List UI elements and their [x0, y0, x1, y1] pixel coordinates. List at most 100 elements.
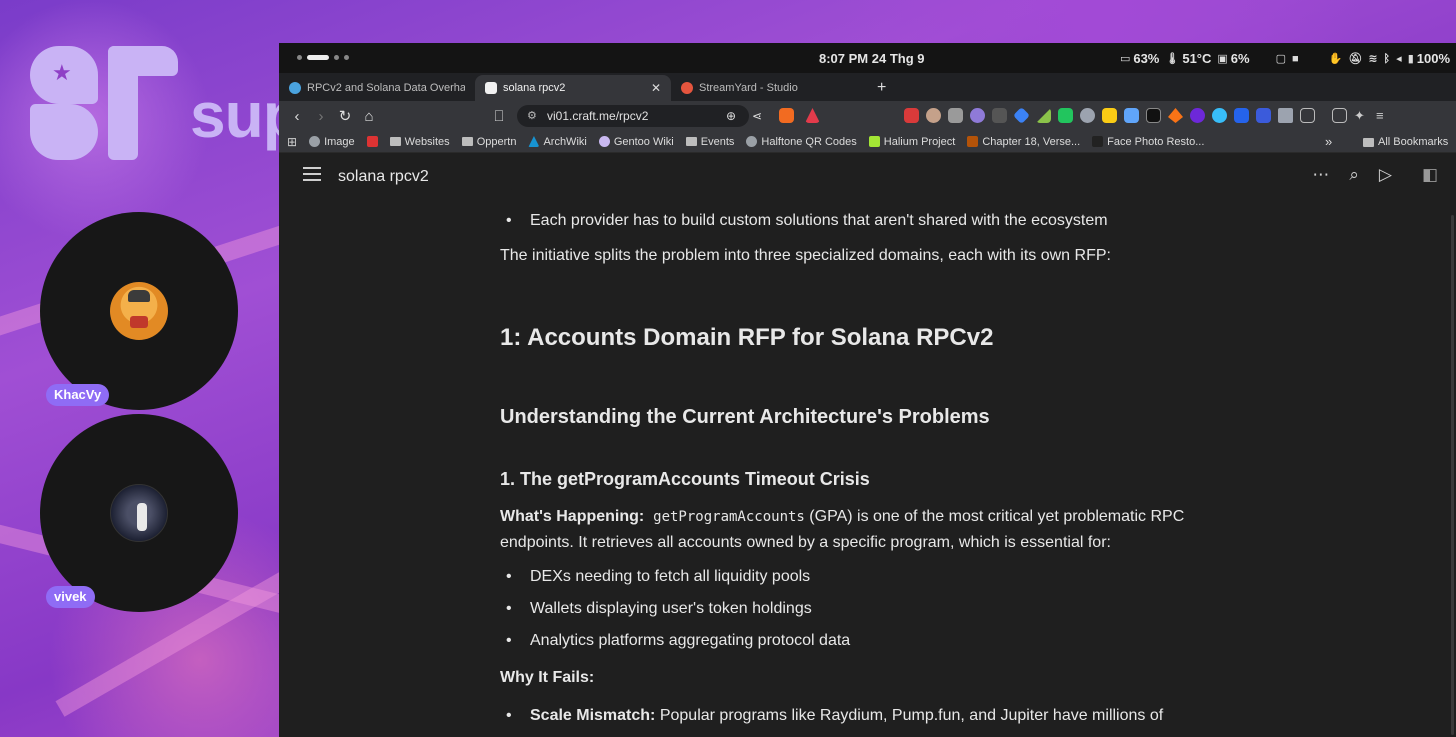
- extension-icon[interactable]: [1080, 108, 1095, 123]
- all-bookmarks-button[interactable]: All Bookmarks: [1363, 136, 1448, 148]
- tab-solana-rpcv2[interactable]: solana rpcv2 ✕: [475, 75, 671, 101]
- extension-icon[interactable]: [904, 108, 919, 123]
- flag-icon: [366, 136, 378, 147]
- system-tray: ▭ 63% 🌡︎ 51°C ▣ 6% ▢ ■ ✋ 🔕︎ ≋ ᛒ ◂ ▮ 100%: [1120, 51, 1456, 66]
- participant-tile-khacvy[interactable]: [40, 212, 238, 410]
- extension-icon[interactable]: [1212, 108, 1227, 123]
- gentoo-icon: [598, 136, 610, 147]
- bookmark-face-photo[interactable]: Face Photo Resto...: [1092, 136, 1204, 148]
- more-bookmarks-button[interactable]: »: [1325, 134, 1332, 149]
- extension-icon[interactable]: [1168, 108, 1183, 123]
- battery-icon: ▮: [1407, 53, 1414, 65]
- temperature-value: 51°C: [1182, 51, 1212, 66]
- participant-name-tag: KhacVy: [46, 384, 110, 406]
- participant-tile-vivek[interactable]: [40, 414, 238, 612]
- browser-toolbar: ‹ › ↻ ⌂ ⎕ ⚙ vi01.craft.me/rpcv2 ⊕ ⋖ ✦ ≡: [279, 101, 1456, 131]
- list-item: DEXs needing to fetch all liquidity pool…: [500, 561, 1260, 593]
- clock[interactable]: 8:07 PM 24 Thg 9: [819, 51, 924, 66]
- extension-icon[interactable]: [1124, 108, 1139, 123]
- craft-logo-icon[interactable]: ◧: [1422, 165, 1438, 185]
- tab-streamyard[interactable]: StreamYard - Studio: [671, 75, 867, 101]
- new-tab-button[interactable]: +: [867, 79, 896, 101]
- extension-icon[interactable]: [948, 108, 963, 123]
- shared-screen: 8:07 PM 24 Thg 9 ▭ 63% 🌡︎ 51°C ▣ 6% ▢ ■ ✋ 🔕…: [279, 43, 1456, 737]
- disk-value: 6%: [1230, 51, 1250, 66]
- reload-button[interactable]: ↻: [333, 107, 357, 125]
- avatar: [110, 282, 168, 340]
- globe-icon: [746, 136, 758, 147]
- extension-icon[interactable]: [1013, 107, 1030, 124]
- whats-happening-paragraph: What's Happening: getProgramAccounts (GP…: [500, 504, 1260, 555]
- zoom-icon[interactable]: ⊕: [719, 109, 743, 123]
- search-icon[interactable]: ⌕: [1349, 165, 1359, 185]
- bookmark-halium[interactable]: Halium Project: [868, 136, 955, 148]
- extension-icon[interactable]: [1234, 108, 1249, 123]
- extension-icon[interactable]: [926, 108, 941, 123]
- folder-icon: [461, 137, 473, 146]
- extension-icon[interactable]: [992, 108, 1007, 123]
- extension-icon[interactable]: [1102, 108, 1117, 123]
- wifi-icon[interactable]: ≋: [1368, 52, 1377, 65]
- bookmark-events[interactable]: Events: [685, 136, 734, 148]
- hand-icon[interactable]: ✋: [1329, 52, 1343, 65]
- globe-icon: [289, 82, 301, 94]
- bookmarks-bar: ⊞ Image Websites Oppertn ArchWiki Gentoo…: [279, 131, 1456, 153]
- bookmark-websites[interactable]: Websites: [389, 136, 450, 148]
- extension-icon[interactable]: [1256, 108, 1271, 123]
- sparkle-icon[interactable]: ✦: [1354, 108, 1369, 123]
- bookmark-halftone-qr[interactable]: Halftone QR Codes: [746, 136, 857, 148]
- document-title: solana rpcv2: [338, 168, 429, 185]
- close-icon[interactable]: ✕: [651, 81, 661, 95]
- brave-shield-icon[interactable]: [779, 108, 794, 123]
- brave-rewards-icon[interactable]: [805, 108, 820, 123]
- screen-icon[interactable]: ▢: [1276, 52, 1286, 65]
- extension-icon[interactable]: [970, 108, 985, 123]
- bookmark-gentoo-wiki[interactable]: Gentoo Wiki: [598, 136, 674, 148]
- bluetooth-icon[interactable]: ᛒ: [1384, 53, 1391, 65]
- puzzle-icon[interactable]: [1278, 108, 1293, 123]
- bookmark-oppertn[interactable]: Oppertn: [461, 136, 516, 148]
- share-icon[interactable]: ⋖: [745, 109, 769, 123]
- workspace-indicator[interactable]: [297, 55, 349, 60]
- halium-icon: [868, 136, 880, 147]
- avatar: [110, 484, 168, 542]
- address-bar[interactable]: ⚙ vi01.craft.me/rpcv2: [517, 105, 749, 127]
- scrollbar[interactable]: [1451, 215, 1454, 735]
- apps-grid-icon[interactable]: ⊞: [287, 135, 297, 149]
- menu-icon[interactable]: ≡: [1376, 108, 1391, 123]
- bookmark-archwiki[interactable]: ArchWiki: [528, 136, 587, 148]
- extension-icon[interactable]: [1146, 108, 1161, 123]
- browser-tab-bar: RPCv2 and Solana Data Overhau... solana …: [279, 73, 1456, 101]
- folder-icon: [685, 137, 697, 146]
- document-header: solana rpcv2 ⋯ ⌕ ▷ ◧: [279, 153, 1456, 205]
- camera-icon[interactable]: [1300, 108, 1315, 123]
- tab-label: solana rpcv2: [503, 82, 566, 94]
- present-icon[interactable]: ▷: [1379, 165, 1392, 185]
- tab-label: RPCv2 and Solana Data Overhau...: [307, 82, 465, 94]
- forward-button[interactable]: ›: [309, 108, 333, 125]
- craft-icon: [485, 82, 497, 94]
- participant-name-tag: vivek: [46, 586, 95, 608]
- intro-paragraph: The initiative splits the problem into t…: [500, 247, 1111, 264]
- bookmark-chapter-18[interactable]: Chapter 18, Verse...: [967, 136, 1080, 148]
- stop-icon[interactable]: ■: [1292, 53, 1299, 65]
- more-options-icon[interactable]: ⋯: [1312, 165, 1329, 185]
- home-button[interactable]: ⌂: [357, 108, 381, 125]
- extension-icon[interactable]: [1058, 108, 1073, 123]
- bookmark-flag[interactable]: [366, 136, 378, 147]
- disk-icon: ▣: [1217, 53, 1228, 65]
- volume-icon[interactable]: ◂: [1396, 52, 1402, 65]
- tab-rpcv2-overview[interactable]: RPCv2 and Solana Data Overhau...: [279, 75, 475, 101]
- extension-icon[interactable]: [1190, 108, 1205, 123]
- back-button[interactable]: ‹: [285, 108, 309, 125]
- bookmark-image[interactable]: Image: [309, 136, 355, 148]
- site-settings-icon[interactable]: ⚙: [527, 105, 537, 127]
- sidebar-icon[interactable]: [1332, 108, 1347, 123]
- record-icon: [681, 82, 693, 94]
- menu-icon[interactable]: [303, 167, 321, 185]
- extensions-row: ✦ ≡: [904, 107, 1391, 124]
- folder-icon: [1363, 137, 1374, 147]
- notifications-off-icon[interactable]: 🔕︎: [1348, 52, 1362, 65]
- extension-icon[interactable]: [1036, 108, 1051, 123]
- bookmark-icon[interactable]: ⎕: [487, 108, 511, 125]
